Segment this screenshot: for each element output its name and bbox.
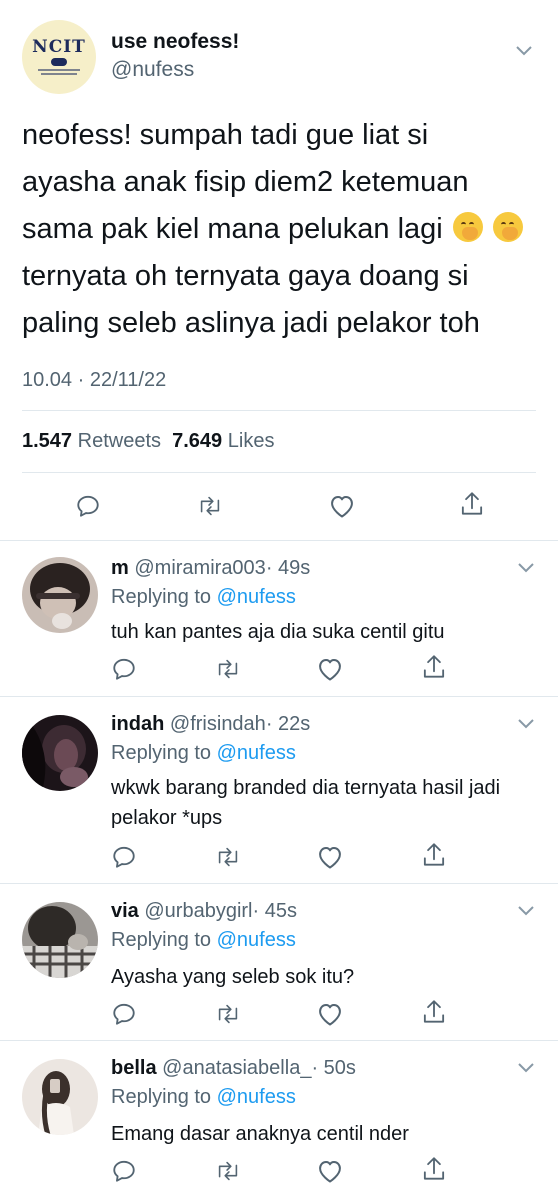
- reply-time: · 22s: [265, 713, 311, 735]
- reply-text: Emang dasar anaknya centil nder: [111, 1123, 409, 1145]
- reply-author-handle[interactable]: @anatasiabella_: [162, 1057, 311, 1079]
- reply-author-name[interactable]: m: [111, 557, 129, 579]
- reply-time: · 45s: [252, 900, 297, 922]
- reply-icon[interactable]: [110, 655, 138, 683]
- logo-line: [38, 69, 80, 71]
- reply-icon[interactable]: [110, 1157, 138, 1185]
- logo-badge: [51, 58, 67, 66]
- replying-prefix: Replying to: [111, 586, 212, 608]
- reply-author-line: m @miramira003· 49s: [111, 557, 310, 580]
- reply-author-handle[interactable]: @frisindah: [170, 713, 266, 735]
- avatar[interactable]: [22, 715, 98, 791]
- reply-author-line: bella @anatasiabella_· 50s: [111, 1057, 356, 1080]
- retweets-label[interactable]: Retweets: [78, 430, 161, 452]
- reply-author-line: indah @frisindah· 22s: [111, 713, 310, 736]
- avatar[interactable]: NCIT: [22, 20, 96, 94]
- share-icon[interactable]: [420, 998, 448, 1026]
- timestamp[interactable]: 10.04 · 22/11/22: [22, 369, 166, 392]
- likes-label[interactable]: Likes: [228, 430, 275, 452]
- reply-tweet[interactable]: indah @frisindah· 22s Replying to @nufes…: [0, 697, 558, 883]
- like-icon[interactable]: [316, 1157, 344, 1185]
- face-with-hand-over-mouth-icon: [492, 212, 523, 242]
- chevron-down-icon[interactable]: [518, 1063, 534, 1077]
- reply-tweet[interactable]: via @urbabygirl· 45s Replying to @nufess…: [0, 884, 558, 1040]
- avatar[interactable]: [22, 902, 98, 978]
- replying-to: Replying to @nufess: [111, 586, 296, 609]
- logo-line: [41, 73, 77, 75]
- retweet-icon[interactable]: [214, 1000, 242, 1028]
- chevron-down-icon[interactable]: [516, 46, 532, 60]
- divider: [22, 410, 536, 411]
- share-icon[interactable]: [420, 653, 448, 681]
- replying-to-link[interactable]: @nufess: [217, 1086, 296, 1108]
- retweet-icon[interactable]: [214, 843, 242, 871]
- retweet-icon[interactable]: [196, 492, 224, 520]
- like-icon[interactable]: [316, 843, 344, 871]
- reply-author-handle[interactable]: @miramira003: [134, 557, 265, 579]
- share-icon[interactable]: [458, 490, 486, 518]
- tweet-line: ternyata oh ternyata gaya doang si: [22, 260, 469, 292]
- avatar[interactable]: [22, 1059, 98, 1135]
- share-icon[interactable]: [420, 1155, 448, 1183]
- replying-prefix: Replying to: [111, 1086, 212, 1108]
- reply-time: · 49s: [265, 557, 311, 579]
- retweet-icon[interactable]: [214, 1157, 242, 1185]
- chevron-down-icon[interactable]: [518, 906, 534, 920]
- reply-author-name[interactable]: indah: [111, 713, 164, 735]
- replying-to: Replying to @nufess: [111, 742, 296, 765]
- divider: [22, 472, 536, 473]
- reply-tweet[interactable]: m @miramira003· 49s Replying to @nufess …: [0, 541, 558, 696]
- reply-text: Ayasha yang seleb sok itu?: [111, 966, 355, 988]
- tweet-line: sama pak kiel mana pelukan lagi: [22, 213, 443, 245]
- replying-to-link[interactable]: @nufess: [217, 742, 296, 764]
- replying-to: Replying to @nufess: [111, 929, 296, 952]
- replying-to-link[interactable]: @nufess: [217, 586, 296, 608]
- share-icon[interactable]: [420, 841, 448, 869]
- tweet-line: paling seleb aslinya jadi pelakor toh: [22, 307, 480, 339]
- replying-to: Replying to @nufess: [111, 1086, 296, 1109]
- retweets-count[interactable]: 1.547: [22, 430, 72, 452]
- like-icon[interactable]: [316, 1000, 344, 1028]
- reply-icon[interactable]: [110, 1000, 138, 1028]
- tweet-text: neofess! sumpah tadi gue liat si ayasha …: [22, 112, 542, 347]
- reply-author-name[interactable]: bella: [111, 1057, 157, 1079]
- avatar-logo-text: NCIT: [32, 37, 86, 57]
- replying-prefix: Replying to: [111, 742, 212, 764]
- chevron-down-icon[interactable]: [518, 719, 534, 733]
- replying-to-link[interactable]: @nufess: [217, 929, 296, 951]
- author-handle[interactable]: @nufess: [111, 58, 194, 82]
- reply-time: · 50s: [311, 1057, 356, 1079]
- replying-prefix: Replying to: [111, 929, 212, 951]
- reply-author-handle[interactable]: @urbabygirl: [144, 900, 252, 922]
- main-tweet: NCIT use neofess! @nufess neofess! sumpa…: [0, 0, 558, 540]
- tweet-line: ayasha anak fisip diem2 ketemuan: [22, 166, 469, 198]
- avatar[interactable]: [22, 557, 98, 633]
- face-with-hand-over-mouth-icon: [452, 212, 483, 242]
- reply-text: wkwk barang branded dia ternyata hasil j…: [111, 777, 501, 829]
- retweet-icon[interactable]: [214, 655, 242, 683]
- author-name[interactable]: use neofess!: [111, 30, 239, 54]
- tweet-line-with-emoji: sama pak kiel mana pelukan lagi: [22, 206, 542, 253]
- reply-icon[interactable]: [110, 843, 138, 871]
- like-icon[interactable]: [328, 492, 356, 520]
- reply-text: tuh kan pantes aja dia suka centil gitu: [111, 621, 445, 643]
- like-icon[interactable]: [316, 655, 344, 683]
- reply-tweet[interactable]: bella @anatasiabella_· 50s Replying to @…: [0, 1041, 558, 1200]
- likes-count[interactable]: 7.649: [172, 430, 222, 452]
- engagement-stats: 1.547 Retweets 7.649 Likes: [22, 430, 274, 453]
- tweet-line: neofess! sumpah tadi gue liat si: [22, 119, 429, 151]
- chevron-down-icon[interactable]: [518, 563, 534, 577]
- reply-author-name[interactable]: via: [111, 900, 139, 922]
- reply-icon[interactable]: [74, 492, 102, 520]
- reply-author-line: via @urbabygirl· 45s: [111, 900, 297, 923]
